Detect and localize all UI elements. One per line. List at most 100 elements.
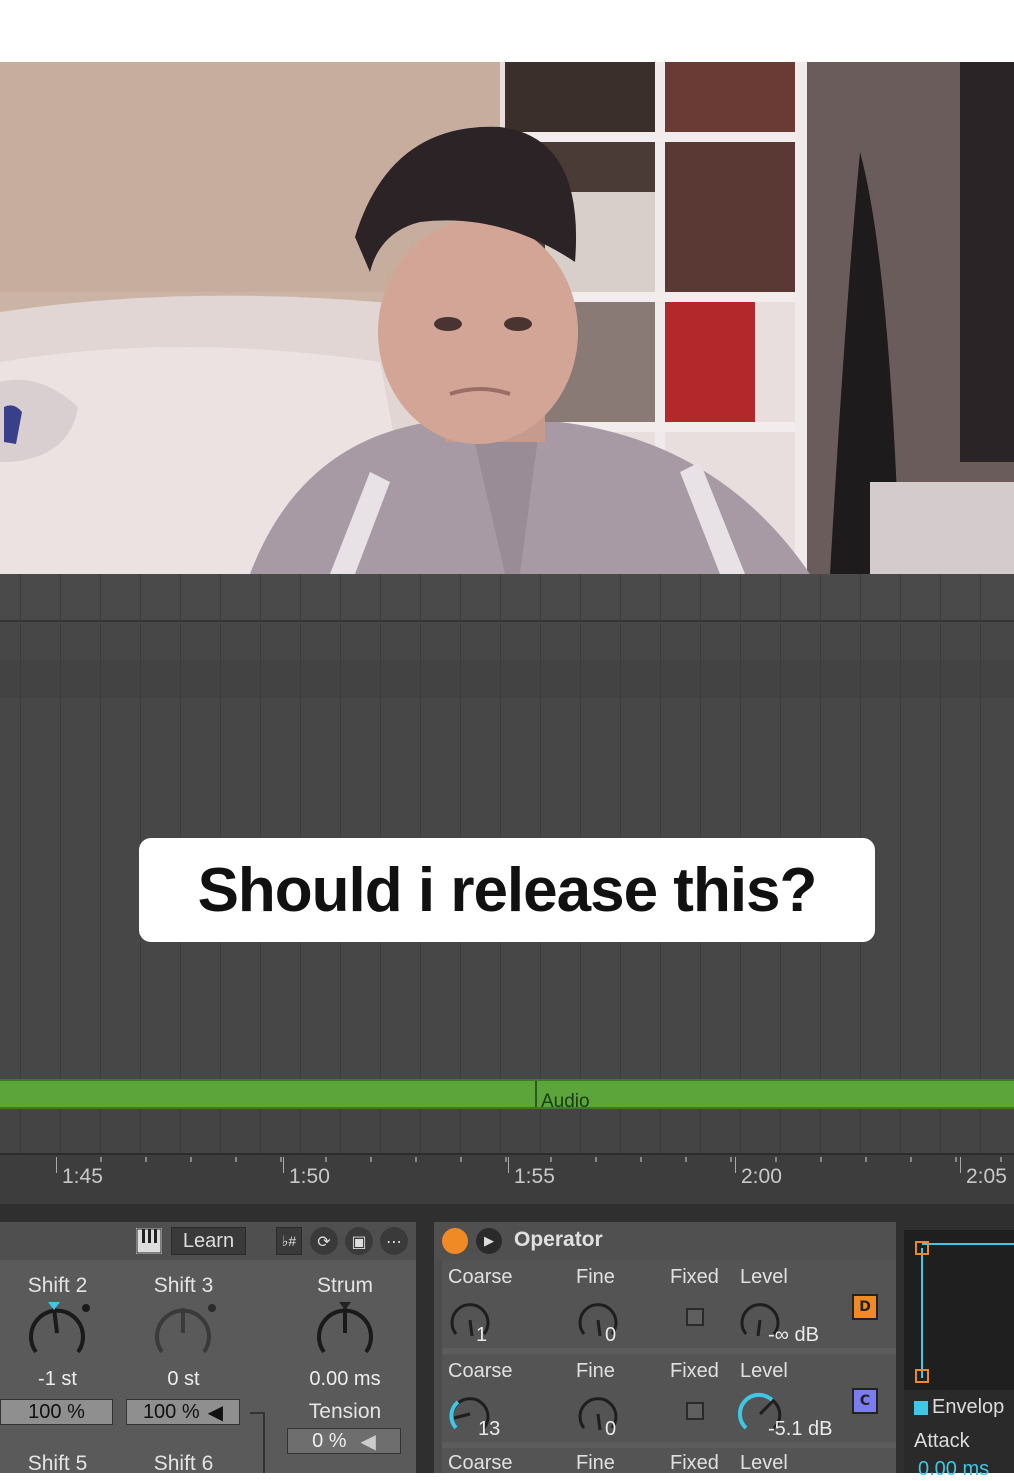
- envelope-display[interactable]: [904, 1230, 1014, 1390]
- grid-line: [220, 1109, 221, 1153]
- shift3-velocity-value: 100 %: [142, 1400, 200, 1423]
- oscillator-d-button[interactable]: D: [852, 1294, 878, 1320]
- strum-knob[interactable]: [312, 1300, 378, 1366]
- shift3-knob[interactable]: [150, 1300, 216, 1366]
- play-icon[interactable]: ▶: [476, 1228, 502, 1254]
- fine-label: Fine: [576, 1360, 615, 1382]
- grid-line: [340, 1109, 341, 1153]
- ruler-tick-label: 1:55: [508, 1157, 555, 1188]
- grid-line: [860, 574, 861, 1079]
- track-divider: [0, 620, 1014, 622]
- grid-line: [260, 574, 261, 1079]
- oscillator-row-b: Coarse Fine Fixed Level: [442, 1448, 896, 1474]
- shift2-knob[interactable]: [24, 1300, 90, 1366]
- grid-line: [220, 574, 221, 1079]
- attack-label: Attack: [914, 1430, 970, 1452]
- shift6-label: Shift 6: [153, 1452, 214, 1475]
- grid-line: [780, 574, 781, 1079]
- grid-line: [740, 1109, 741, 1153]
- coarse-label: Coarse: [448, 1452, 513, 1474]
- piano-icon[interactable]: [136, 1228, 162, 1254]
- coarse-value: 13: [478, 1418, 501, 1440]
- arrow-left-icon: ◀: [207, 1401, 224, 1424]
- tension-value: 0 %: [312, 1429, 347, 1452]
- fixed-label: Fixed: [670, 1360, 719, 1382]
- grid-line: [340, 574, 341, 1079]
- learn-button[interactable]: Learn: [171, 1227, 246, 1255]
- grid-line: [20, 1109, 21, 1153]
- ruler-minor-tick: [820, 1157, 822, 1162]
- more-options-icon[interactable]: ⋯: [380, 1227, 408, 1255]
- attack-value[interactable]: 0.00 ms: [918, 1458, 989, 1481]
- shift3-label: Shift 3: [153, 1274, 214, 1297]
- clip-split-marker: [535, 1081, 537, 1107]
- chord-device: Learn ♭# ⟳ ▣ ⋯ Shift 2 Shift 3 Strum -1 …: [0, 1222, 416, 1475]
- webcam-video: [0, 62, 1014, 574]
- envelope-title: Envelop: [932, 1396, 1005, 1418]
- grid-line: [420, 574, 421, 1079]
- sharp-flat-icon[interactable]: ♭#: [276, 1227, 302, 1255]
- oscillator-c-button[interactable]: C: [852, 1388, 878, 1414]
- strum-value: 0.00 ms: [309, 1368, 381, 1390]
- operator-header: ▶ Operator: [434, 1222, 896, 1260]
- grid-line: [940, 1109, 941, 1153]
- shift2-velocity-field[interactable]: 100 %: [0, 1399, 113, 1425]
- grid-line: [540, 574, 541, 1079]
- ruler-minor-tick: [595, 1157, 597, 1162]
- top-margin: [0, 0, 1014, 62]
- ruler-tick-label: 1:50: [283, 1157, 330, 1188]
- grid-line: [660, 1109, 661, 1153]
- audio-clip[interactable]: Audio: [0, 1079, 1014, 1112]
- grid-line: [180, 574, 181, 1079]
- grid-line: [660, 574, 661, 1079]
- time-ruler[interactable]: 1:45 1:50 1:55 2:00 2:05: [0, 1153, 1014, 1204]
- fine-label: Fine: [576, 1452, 615, 1474]
- ruler-minor-tick: [460, 1157, 462, 1162]
- grid-line: [60, 1109, 61, 1153]
- grid-line: [460, 1109, 461, 1153]
- ruler-tick-label: 1:45: [56, 1157, 103, 1188]
- shift3-velocity-field[interactable]: 100 % ◀: [126, 1399, 240, 1425]
- grid-line: [300, 1109, 301, 1153]
- grid-line: [380, 1109, 381, 1153]
- tension-field[interactable]: 0 % ◀: [287, 1428, 401, 1454]
- oscillator-row-d: Coarse Fine Fixed Level 1 0 -∞ dB D: [442, 1260, 896, 1348]
- grid-line: [300, 574, 301, 1079]
- randomize-icon[interactable]: ⟳: [310, 1227, 338, 1255]
- fixed-label: Fixed: [670, 1452, 719, 1474]
- ruler-minor-tick: [325, 1157, 327, 1162]
- grid-line: [140, 574, 141, 1079]
- grid-line: [100, 1109, 101, 1153]
- level-label: Level: [740, 1360, 788, 1382]
- envelope-panel: Envelop Attack 0.00 ms: [904, 1230, 1014, 1480]
- coarse-label: Coarse: [448, 1266, 513, 1288]
- grid-line: [500, 1109, 501, 1153]
- fixed-checkbox[interactable]: [686, 1402, 704, 1420]
- level-label: Level: [740, 1452, 788, 1474]
- oscillator-row-c: Coarse Fine Fixed Level 13 0 -5.1 dB C: [442, 1354, 896, 1442]
- fixed-label: Fixed: [670, 1266, 719, 1288]
- fine-value: 0: [605, 1324, 617, 1346]
- grid-line: [460, 574, 461, 1079]
- chord-device-header: Learn ♭# ⟳ ▣ ⋯: [0, 1222, 416, 1260]
- shift2-value: -1 st: [38, 1368, 77, 1390]
- coarse-label: Coarse: [448, 1360, 513, 1382]
- connector-line: [250, 1412, 264, 1414]
- grid-line: [980, 1109, 981, 1153]
- connector-line: [263, 1412, 265, 1473]
- grid-line: [420, 1109, 421, 1153]
- grid-line: [620, 1109, 621, 1153]
- ruler-minor-tick: [1000, 1157, 1002, 1162]
- ruler-minor-tick: [955, 1157, 957, 1162]
- fine-label: Fine: [576, 1266, 615, 1288]
- shift3-value: 0 st: [167, 1368, 200, 1390]
- grid-line: [900, 574, 901, 1079]
- fixed-checkbox[interactable]: [686, 1308, 704, 1326]
- webcam-scene: [0, 62, 1014, 574]
- operator-side-strip: [434, 1260, 442, 1473]
- grid-line: [820, 574, 821, 1079]
- envelope-toggle-icon[interactable]: [914, 1401, 928, 1415]
- grid-line: [540, 1109, 541, 1153]
- device-on-icon[interactable]: [442, 1228, 468, 1254]
- save-preset-icon[interactable]: ▣: [345, 1227, 373, 1255]
